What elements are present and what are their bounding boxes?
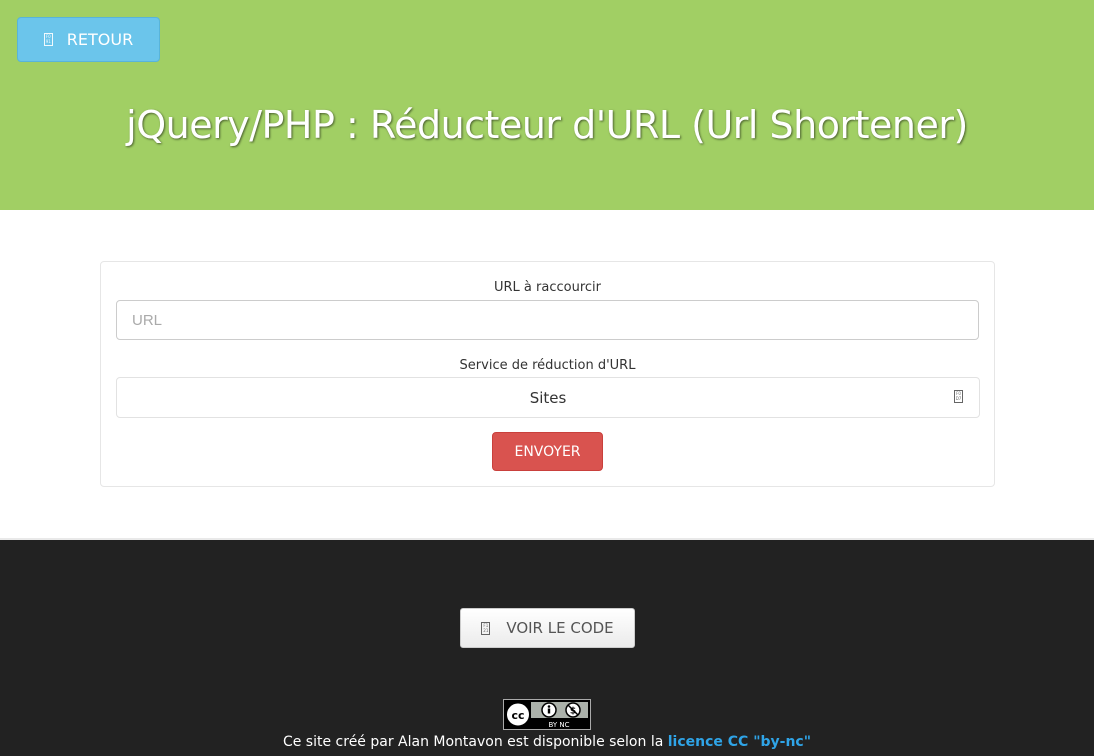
service-select-value: Sites — [529, 388, 567, 407]
view-code-button[interactable]: F1 21 VOIR LE CODE — [460, 608, 635, 648]
code-icon: F1 21 — [481, 621, 491, 635]
service-label: Service de réduction d'URL — [459, 358, 636, 373]
credit-text: Ce site créé par Alan Montavon est dispo… — [282, 734, 668, 750]
submit-button[interactable]: ENVOYER — [492, 432, 603, 471]
back-button[interactable]: F0 91 RETOUR — [17, 17, 160, 62]
cc-license-badge[interactable]: cc $ BY NC — [503, 699, 591, 730]
page-title: jQuery/PHP : Réducteur d'URL (Url Shorte… — [126, 103, 968, 147]
chevron-down-icon: F0 D7 — [954, 390, 963, 403]
svg-text:cc: cc — [511, 709, 524, 722]
service-select[interactable]: Sites F0 D7 — [116, 377, 980, 418]
page-header: F0 91 RETOUR jQuery/PHP : Réducteur d'URL… — [0, 0, 1094, 210]
view-code-label: VOIR LE CODE — [506, 619, 614, 637]
page-footer: F1 21 VOIR LE CODE cc $ BY NC Ce site cré… — [0, 538, 1094, 756]
license-link[interactable]: licence CC "by-nc" — [668, 734, 811, 750]
url-input[interactable] — [116, 300, 979, 340]
arrow-left-icon: F0 91 — [43, 33, 53, 46]
url-label: URL à raccourcir — [494, 280, 601, 295]
cc-badge-text: BY NC — [548, 721, 569, 729]
shortener-form: URL à raccourcir Service de réduction d'… — [100, 261, 995, 487]
cc-by-nc-icon: cc $ BY NC — [504, 700, 590, 729]
license-credit: Ce site créé par Alan Montavon est dispo… — [0, 734, 1094, 750]
back-button-label: RETOUR — [66, 30, 134, 49]
